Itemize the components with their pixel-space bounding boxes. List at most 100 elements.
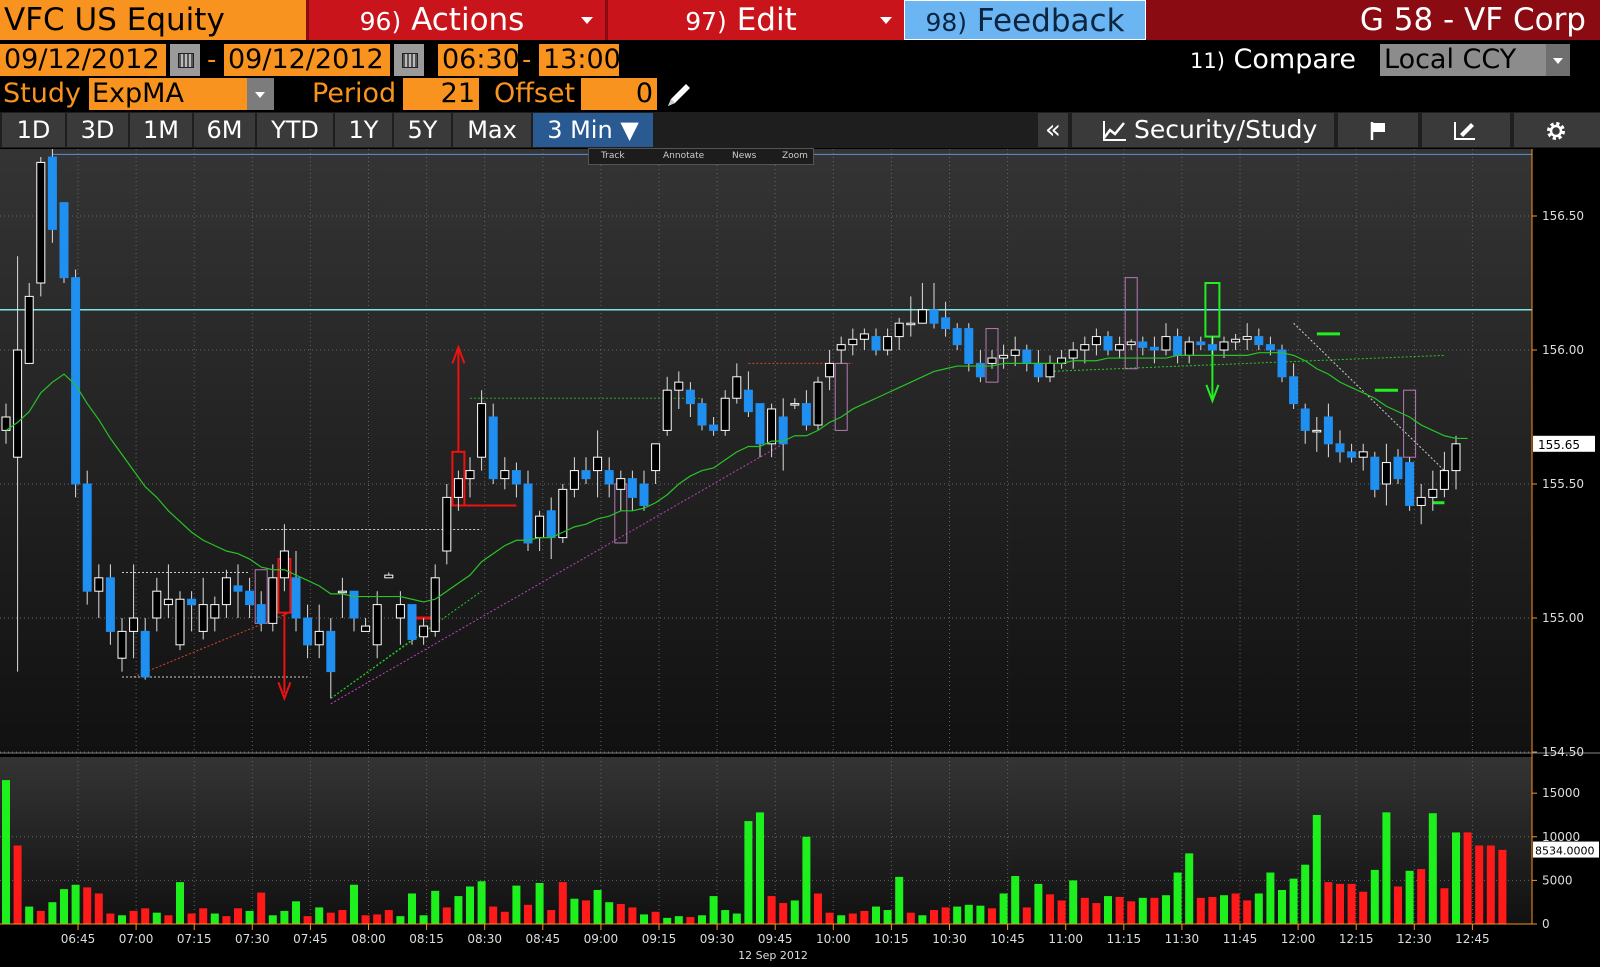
volume-bar: [535, 883, 544, 924]
security-study-label: Security/Study: [1134, 115, 1318, 144]
edit-chart-button[interactable]: [1422, 113, 1510, 147]
volume-bar: [245, 910, 254, 924]
volume-bar: [442, 907, 451, 924]
volume-bar: [628, 907, 637, 924]
collapse-button[interactable]: «: [1038, 113, 1068, 147]
track-tool[interactable]: Track: [601, 149, 625, 164]
candle-body: [975, 362, 985, 378]
candle-body: [129, 617, 139, 632]
candle-body: [1358, 451, 1368, 458]
candle-body: [1103, 336, 1113, 351]
price-panel: [0, 149, 1532, 752]
volume-bar: [1243, 900, 1252, 924]
candle-body: [36, 161, 46, 284]
flag-button[interactable]: [1338, 113, 1418, 147]
candle-body: [279, 550, 289, 579]
candle-body: [941, 317, 951, 330]
candle-body: [697, 403, 707, 426]
period-button-1d[interactable]: 1D: [2, 113, 65, 147]
offset-input[interactable]: 0: [581, 78, 657, 110]
candle-body: [1289, 376, 1299, 405]
period-button-3d[interactable]: 3D: [67, 113, 128, 147]
chevron-down-icon: [880, 17, 892, 24]
period-button-ytd[interactable]: YTD: [257, 113, 333, 147]
candle-body: [47, 156, 57, 230]
price-tick-label: 155.00: [1542, 611, 1584, 625]
volume-bar: [1254, 893, 1263, 924]
volume-bar: [1452, 832, 1460, 924]
period-button-5y[interactable]: 5Y: [394, 113, 451, 147]
start-date-field[interactable]: 09/12/2012: [0, 44, 166, 76]
volume-bar: [1162, 895, 1170, 924]
end-time-field[interactable]: 13:00: [539, 44, 621, 76]
volume-bar: [1370, 869, 1379, 924]
period-button-max[interactable]: Max: [453, 113, 531, 147]
security-study-button[interactable]: Security/Study: [1072, 113, 1334, 147]
period-button-1y[interactable]: 1Y: [335, 113, 392, 147]
pencil-icon[interactable]: [664, 80, 694, 110]
chevron-down-icon[interactable]: [247, 78, 274, 110]
time-tick-label: 08:00: [351, 932, 386, 946]
date-label: 12 Sep 2012: [738, 949, 808, 962]
price-chart[interactable]: 156.50156.00155.50155.00154.501500010000…: [0, 149, 1600, 963]
time-tick-label: 07:45: [293, 932, 328, 946]
candle-body: [1277, 349, 1287, 378]
volume-bar: [1138, 897, 1147, 924]
edit-menu[interactable]: 97) Edit: [608, 0, 904, 40]
volume-bar: [419, 915, 428, 924]
volume-bar: [94, 893, 103, 924]
candle-body: [361, 625, 371, 632]
period-button-1m[interactable]: 1M: [130, 113, 192, 147]
volume-bar: [1336, 883, 1344, 924]
interval-select[interactable]: 3 Min ▼: [533, 113, 653, 147]
volume-bar: [1486, 845, 1495, 924]
volume-bar: [616, 903, 625, 924]
flag-icon: [1370, 122, 1385, 140]
volume-bar: [1417, 869, 1426, 924]
candle-body: [1347, 451, 1357, 458]
end-date-field[interactable]: 09/12/2012: [224, 44, 390, 76]
price-tick-label: 154.50: [1542, 745, 1584, 759]
candle-body: [221, 577, 231, 606]
settings-button[interactable]: [1514, 113, 1600, 147]
volume-bar: [709, 896, 718, 924]
volume-bar: [408, 893, 416, 924]
volume-bar: [906, 912, 915, 924]
candle-body: [801, 403, 811, 426]
volume-bar: [1394, 886, 1402, 924]
volume-bar: [651, 911, 660, 924]
period-button-6m[interactable]: 6M: [194, 113, 255, 147]
calendar-icon[interactable]: [394, 44, 424, 76]
time-tick-label: 11:15: [1107, 932, 1142, 946]
candle-body: [140, 630, 150, 678]
news-tool[interactable]: News: [732, 149, 756, 164]
feedback-button[interactable]: 98) Feedback: [904, 0, 1146, 40]
period-input[interactable]: 21: [403, 78, 479, 110]
volume-bar: [210, 913, 219, 924]
chevron-down-icon: [581, 17, 593, 24]
candle-body: [929, 309, 939, 324]
study-select[interactable]: ExpMA: [89, 78, 247, 110]
candle-body: [233, 585, 243, 592]
time-separator: -: [522, 45, 532, 75]
annotate-tool[interactable]: Annotate: [663, 149, 704, 164]
currency-select[interactable]: Local CCY: [1380, 44, 1570, 76]
zoom-tool[interactable]: Zoom: [782, 149, 808, 164]
candle-body: [1381, 462, 1391, 485]
start-time-field[interactable]: 06:30: [438, 44, 520, 76]
candle-body: [987, 357, 997, 364]
compare-button[interactable]: 11) Compare: [1190, 44, 1356, 77]
chart-area[interactable]: 156.50 156.00 155.50 155.00 154.50 15000 10000…: [0, 149, 1600, 963]
candle-body: [1207, 344, 1217, 351]
calendar-icon[interactable]: [170, 44, 200, 76]
time-tick-label: 09:30: [700, 932, 735, 946]
candle-body: [569, 470, 579, 490]
volume-bar: [558, 882, 567, 924]
candle-body: [917, 309, 927, 324]
ticker-field[interactable]: VFC US Equity: [0, 0, 306, 40]
volume-bar: [570, 898, 579, 924]
actions-menu[interactable]: 96) Actions: [309, 0, 605, 40]
volume-bar: [2, 780, 10, 924]
candle-body: [1196, 341, 1206, 346]
volume-bar: [384, 910, 393, 924]
